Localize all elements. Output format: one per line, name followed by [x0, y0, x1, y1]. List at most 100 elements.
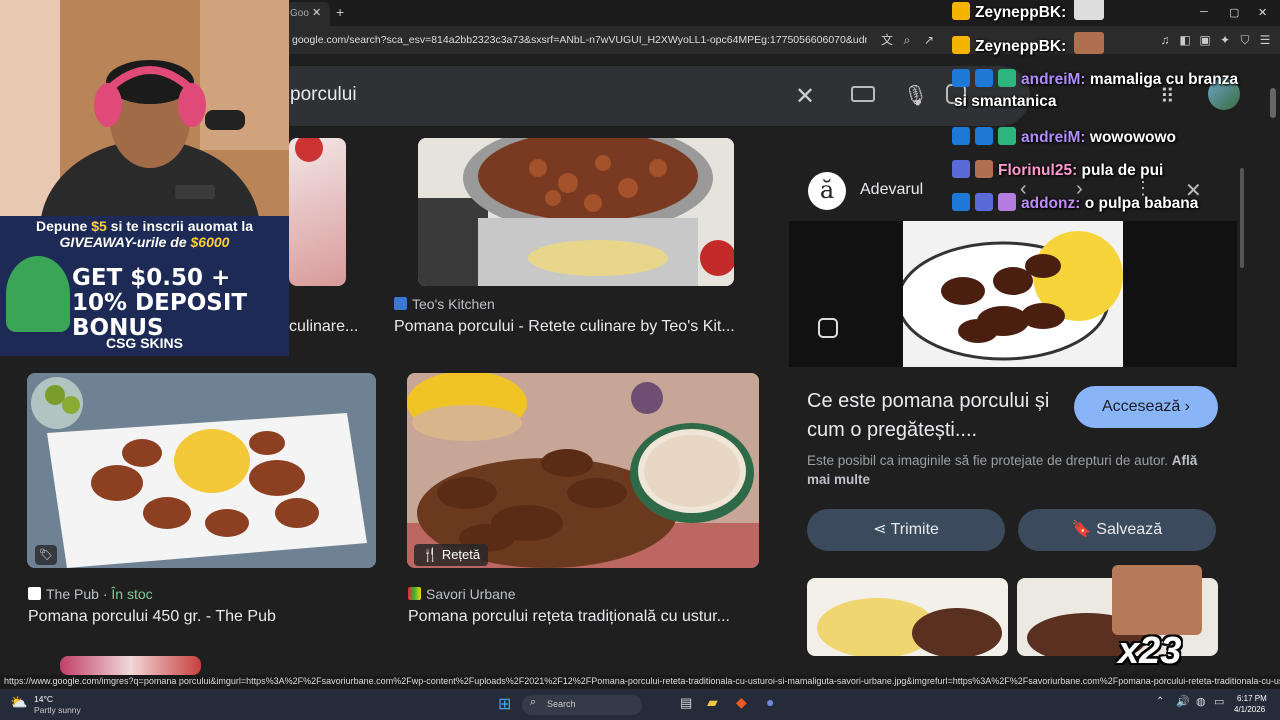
panel-image[interactable]	[903, 221, 1123, 367]
chat-text: si smantanica	[954, 93, 1057, 110]
weather-text[interactable]: Partly sunny	[34, 705, 81, 715]
mascot-image	[6, 256, 70, 332]
result-caption-4[interactable]: Pomana porcului rețeta tradițională cu u…	[408, 608, 730, 626]
robot-badge-icon	[952, 160, 970, 178]
crown-icon	[952, 2, 970, 20]
chat-message: ZeyneppBK:	[952, 32, 1109, 56]
robot-badge-icon	[975, 193, 993, 211]
page-scrollbar[interactable]	[1270, 88, 1276, 118]
mod-badge-icon	[952, 127, 970, 145]
clear-search-icon[interactable]: ✕	[795, 82, 815, 111]
result-caption-3[interactable]: Pomana porcului 450 gr. - The Pub	[28, 608, 276, 626]
status-url: https://www.google.com/imgres?q=pomana p…	[0, 675, 1280, 689]
result-image-4[interactable]	[407, 373, 759, 568]
save-button[interactable]: 🔖 Salvează	[1018, 509, 1216, 551]
menu-icon[interactable]: ☰	[1258, 33, 1272, 47]
result-image-2[interactable]	[418, 138, 734, 286]
network-icon[interactable]: ◍	[1196, 695, 1206, 708]
chat-username: ZeyneppBK:	[975, 38, 1067, 55]
visit-button[interactable]: Accesează ›	[1074, 386, 1218, 428]
tab-title: Goo	[290, 8, 309, 19]
close-tab-icon[interactable]: ✕	[312, 6, 321, 19]
windows-start-icon[interactable]: ⊞	[498, 694, 511, 714]
volume-icon[interactable]: 🔊	[1176, 695, 1190, 708]
banner-line-1: Depune $5 si te inscrii auomat la	[0, 218, 289, 234]
result-source-3-label: The Pub	[46, 586, 99, 602]
chat-username: addonz:	[1021, 195, 1081, 212]
sub-badge-icon	[975, 127, 993, 145]
sub-badge-icon	[975, 69, 993, 87]
emote-cat-icon	[1074, 0, 1105, 20]
banner-line-2-a: GIVEAWAY-urile de	[59, 234, 191, 250]
related-image-1[interactable]	[807, 578, 1008, 656]
panel-title[interactable]: Ce este pomana porcului și cum o pregăte…	[807, 387, 1067, 445]
fox-badge-icon	[975, 160, 993, 178]
keyboard-icon[interactable]	[851, 86, 875, 102]
fork-knife-icon: 🍴	[422, 547, 442, 562]
url-field[interactable]: google.com/search?sca_esv=814a2bb2323c3a…	[292, 34, 867, 46]
result-source-4-label: Savori Urbane	[426, 586, 516, 602]
clock-time[interactable]: 6:17 PM	[1237, 694, 1267, 703]
tray-chevron-icon[interactable]: ⌃	[1156, 696, 1164, 707]
emote-multiplier: x23	[1118, 630, 1182, 672]
chat-text: wowowowo	[1089, 129, 1177, 146]
savori-urbane-favicon	[408, 587, 421, 600]
chat-text: mamaliga cu branza	[1089, 71, 1239, 88]
copyright-notice: Este posibil ca imaginile să fie proteja…	[807, 451, 1217, 489]
teos-kitchen-favicon	[394, 297, 407, 310]
chat-username: andreiM:	[1021, 71, 1086, 88]
banner-amount-1: $5	[91, 218, 107, 234]
webcam-feed	[0, 0, 289, 320]
browser-tab[interactable]: Goo	[286, 2, 330, 26]
chat-message: si smantanica	[954, 93, 1057, 111]
brave-icon[interactable]: ◆	[736, 694, 747, 711]
result-source-2[interactable]: Teo's Kitchen	[394, 296, 495, 312]
zoom-icon[interactable]: ⌕	[900, 33, 914, 47]
result-caption-1[interactable]: culinare...	[289, 318, 358, 336]
result-source-4[interactable]: Savori Urbane	[408, 586, 516, 602]
deposit-bonus-text: GET $0.50 + 10% DEPOSIT BONUS	[72, 265, 248, 341]
search-input[interactable]: porcului	[290, 84, 357, 106]
new-tab-button[interactable]: +	[336, 4, 344, 20]
file-explorer-icon[interactable]: ▰	[707, 694, 718, 711]
result-caption-2[interactable]: Pomana porcului - Retete culinare by Teo…	[394, 318, 735, 336]
weather-icon[interactable]: ⛅	[10, 694, 27, 711]
laughing-emote-image	[1112, 565, 1202, 635]
mod-badge-icon	[952, 193, 970, 211]
clock-date[interactable]: 4/1/2026	[1234, 705, 1265, 714]
gift-badge-icon	[998, 127, 1016, 145]
window-close-button[interactable]: ✕	[1258, 6, 1267, 19]
chat-overlay: ZeyneppBK: ZeyneppBK: andreiM: mamaliga …	[950, 0, 1250, 215]
banner-line-1-b: si te inscrii auomat la	[106, 218, 254, 234]
panel-site-name[interactable]: Adevarul	[860, 181, 923, 199]
battery-icon[interactable]: ▭	[1214, 695, 1224, 708]
result-image-5[interactable]	[60, 656, 201, 675]
temperature[interactable]: 14°C	[34, 694, 53, 704]
chat-message: andreiM: wowowowo	[952, 127, 1176, 147]
crown-icon	[952, 36, 970, 54]
microphone-icon[interactable]: 🎙	[903, 83, 928, 108]
tag-icon: 🏷	[35, 545, 57, 565]
gift-badge-icon	[998, 69, 1016, 87]
gift-badge-icon	[998, 193, 1016, 211]
share-icon[interactable]: ↗	[922, 33, 936, 47]
chat-username: ZeyneppBK:	[975, 4, 1067, 21]
result-image-3[interactable]	[27, 373, 376, 568]
result-source-3[interactable]: The Pub · În stoc	[28, 586, 153, 602]
share-button[interactable]: ⋖ Trimite	[807, 509, 1005, 551]
taskbar-search[interactable]: Search	[522, 695, 642, 715]
chat-message: andreiM: mamaliga cu branza	[952, 69, 1238, 89]
bookmark-icon: 🔖	[1071, 521, 1097, 538]
visual-search-icon[interactable]	[818, 318, 838, 338]
chat-message: addonz: o pulpa babana	[952, 193, 1198, 213]
banner-line-2: GIVEAWAY-urile de $6000	[0, 234, 289, 250]
chat-username: andreiM:	[1021, 129, 1086, 146]
discord-icon[interactable]: ●	[766, 694, 774, 710]
result-image-1[interactable]	[289, 138, 346, 286]
mod-badge-icon	[952, 69, 970, 87]
banner-amount-2: $6000	[190, 234, 230, 250]
task-view-icon[interactable]: ▤	[680, 695, 692, 711]
translate-icon[interactable]: 文	[880, 33, 894, 47]
save-label: Salvează	[1096, 521, 1163, 538]
chat-message: Florinul25: pula de pui	[952, 160, 1163, 180]
